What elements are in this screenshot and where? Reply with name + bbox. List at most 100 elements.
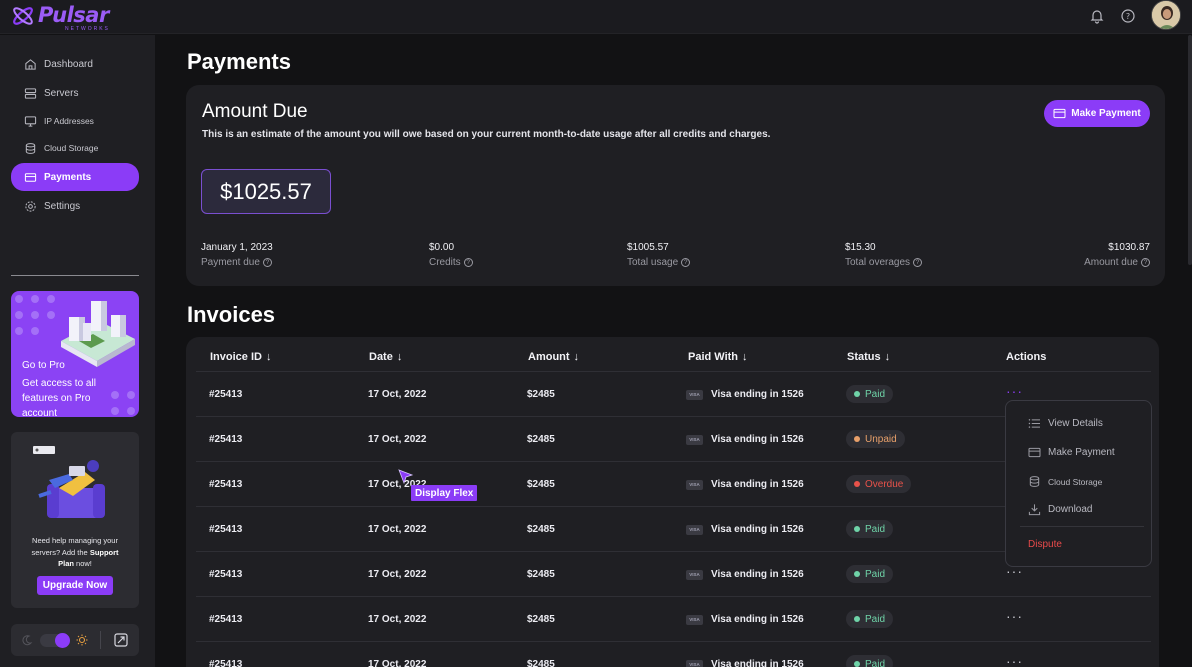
status-badge: Paid bbox=[846, 565, 894, 583]
amount-due-title: Amount Due bbox=[202, 101, 308, 122]
invoice-id[interactable]: #25413 bbox=[209, 524, 242, 535]
sidebar-item-payments[interactable]: Payments bbox=[11, 163, 139, 191]
more-actions-icon[interactable]: ··· bbox=[1006, 383, 1023, 399]
menu-item-dispute[interactable]: Dispute bbox=[1028, 539, 1062, 550]
menu-item-download[interactable]: Download bbox=[1028, 503, 1092, 516]
status-badge: Paid bbox=[846, 655, 894, 667]
column-header-actions: Actions bbox=[1006, 351, 1046, 363]
stat-value: $1030.87 bbox=[1108, 242, 1150, 253]
sidebar-item-ip-addresses[interactable]: IP Addresses bbox=[11, 108, 139, 134]
invoice-id[interactable]: #25413 bbox=[209, 434, 242, 445]
stat-credits: $0.00 Credits? bbox=[429, 242, 473, 268]
invoice-id[interactable]: #25413 bbox=[209, 614, 242, 625]
sidebar-divider bbox=[11, 275, 139, 276]
status-dot bbox=[854, 661, 860, 667]
paid-with-text: Visa ending in 1526 bbox=[711, 524, 804, 535]
help-icon[interactable]: ? bbox=[1141, 258, 1150, 267]
invoice-date: 17 Oct, 2022 bbox=[368, 569, 427, 580]
list-icon bbox=[1028, 419, 1040, 428]
stat-label: Credits? bbox=[429, 257, 473, 268]
database-icon bbox=[25, 142, 36, 154]
column-header-invoice-id[interactable]: Invoice ID ↓ bbox=[210, 351, 271, 363]
sidebar-item-cloud-storage[interactable]: Cloud Storage bbox=[11, 135, 139, 161]
column-header-amount[interactable]: Amount ↓ bbox=[528, 351, 579, 363]
invoice-id[interactable]: #25413 bbox=[209, 479, 242, 490]
more-actions-icon[interactable]: ··· bbox=[1006, 653, 1023, 667]
paid-with: VISA Visa ending in 1526 bbox=[686, 659, 804, 667]
help-icon[interactable]: ? bbox=[681, 258, 691, 267]
sidebar-item-servers[interactable]: Servers bbox=[11, 80, 139, 106]
status-text: Paid bbox=[865, 568, 886, 580]
sidebar-item-dashboard[interactable]: Dashboard bbox=[11, 51, 139, 77]
moon-icon[interactable] bbox=[21, 634, 33, 646]
go-pro-card[interactable]: Go to Pro Get access to all features on … bbox=[11, 291, 139, 417]
paid-with-text: Visa ending in 1526 bbox=[711, 659, 804, 667]
status-dot bbox=[854, 571, 860, 577]
inspector-tooltip: Display Flex bbox=[411, 485, 478, 501]
avatar[interactable] bbox=[1151, 0, 1181, 30]
database-icon bbox=[1029, 476, 1040, 487]
amount-due-total: $1025.57 bbox=[201, 169, 331, 214]
help-icon[interactable]: ? bbox=[1120, 8, 1136, 24]
help-icon[interactable]: ? bbox=[463, 258, 473, 267]
table-row[interactable]: #25413 17 Oct, 2022 $2485 VISA Visa ending i… bbox=[196, 596, 1151, 641]
bell-icon[interactable] bbox=[1089, 8, 1105, 24]
city-buildings-icon bbox=[61, 301, 135, 367]
monitor-icon bbox=[24, 115, 37, 127]
stat-label-text: Payment due bbox=[201, 257, 260, 268]
support-illustration bbox=[33, 446, 105, 518]
paid-with: VISA Visa ending in 1526 bbox=[686, 479, 804, 490]
page-scrollbar[interactable] bbox=[1188, 35, 1192, 265]
stat-label: Payment due? bbox=[201, 257, 273, 268]
invoice-id[interactable]: #25413 bbox=[209, 569, 242, 580]
paid-with-text: Visa ending in 1526 bbox=[711, 569, 804, 580]
upgrade-now-button[interactable]: Upgrade Now bbox=[37, 576, 113, 595]
help-icon[interactable]: ? bbox=[262, 258, 272, 267]
status-text: Paid bbox=[865, 523, 886, 535]
make-payment-button[interactable]: Make Payment bbox=[1044, 100, 1150, 127]
menu-item-cloud-storage[interactable]: Cloud Storage bbox=[1028, 475, 1102, 488]
invoice-id[interactable]: #25413 bbox=[209, 389, 242, 400]
card-icon bbox=[1028, 447, 1041, 458]
invoice-date: 17 Oct, 2022 bbox=[368, 659, 427, 667]
sidebar-item-settings[interactable]: Settings bbox=[11, 193, 139, 219]
table-row[interactable]: #25413 17 Oct, 2022 $2485 VISA Visa ending i… bbox=[196, 641, 1151, 667]
theme-switch[interactable] bbox=[40, 633, 70, 648]
paid-with: VISA Visa ending in 1526 bbox=[686, 569, 804, 580]
status-dot bbox=[854, 481, 860, 487]
invoice-id[interactable]: #25413 bbox=[209, 659, 242, 667]
expand-icon[interactable] bbox=[114, 633, 128, 647]
logo-subtext: NETWORKS bbox=[65, 26, 110, 32]
status-text: Paid bbox=[865, 613, 886, 625]
menu-item-make-payment[interactable]: Make Payment bbox=[1028, 447, 1115, 458]
servers-icon bbox=[24, 87, 37, 99]
visa-card-icon: VISA bbox=[686, 524, 703, 535]
sort-arrow-icon: ↓ bbox=[742, 351, 748, 363]
help-icon[interactable]: ? bbox=[913, 258, 923, 267]
menu-item-view-details[interactable]: View Details bbox=[1028, 418, 1103, 429]
column-header-paid-with[interactable]: Paid With ↓ bbox=[688, 351, 748, 363]
invoice-amount: $2485 bbox=[527, 389, 555, 400]
sun-icon[interactable] bbox=[76, 634, 88, 646]
column-header-label: Amount bbox=[528, 351, 570, 363]
paid-with-text: Visa ending in 1526 bbox=[711, 389, 804, 400]
theme-bar-divider bbox=[100, 631, 101, 649]
column-header-status[interactable]: Status ↓ bbox=[847, 351, 890, 363]
sidebar-item-label: Cloud Storage bbox=[44, 143, 99, 153]
paid-with-text: Visa ending in 1526 bbox=[711, 614, 804, 625]
sidebar-item-label: Settings bbox=[44, 200, 81, 212]
sort-arrow-icon: ↓ bbox=[573, 351, 580, 363]
logo[interactable]: Pulsar NETWORKS bbox=[10, 2, 109, 32]
home-icon bbox=[25, 58, 36, 70]
theme-switch-knob bbox=[55, 633, 70, 648]
column-header-date[interactable]: Date ↓ bbox=[369, 351, 402, 363]
more-actions-icon[interactable]: ··· bbox=[1006, 608, 1023, 624]
support-card: Need help managing your servers? Add the… bbox=[11, 432, 139, 608]
sidebar: Dashboard Servers IP Addresses Cloud Sto… bbox=[0, 35, 155, 667]
cursor-icon bbox=[398, 469, 414, 485]
visa-card-icon: VISA bbox=[686, 434, 703, 445]
invoice-date: 17 Oct, 2022 bbox=[368, 389, 427, 400]
invoice-date: 17 Oct, 2022 bbox=[368, 434, 427, 445]
status-badge: Unpaid bbox=[846, 430, 905, 448]
top-bar: Pulsar NETWORKS ? bbox=[0, 0, 1192, 34]
